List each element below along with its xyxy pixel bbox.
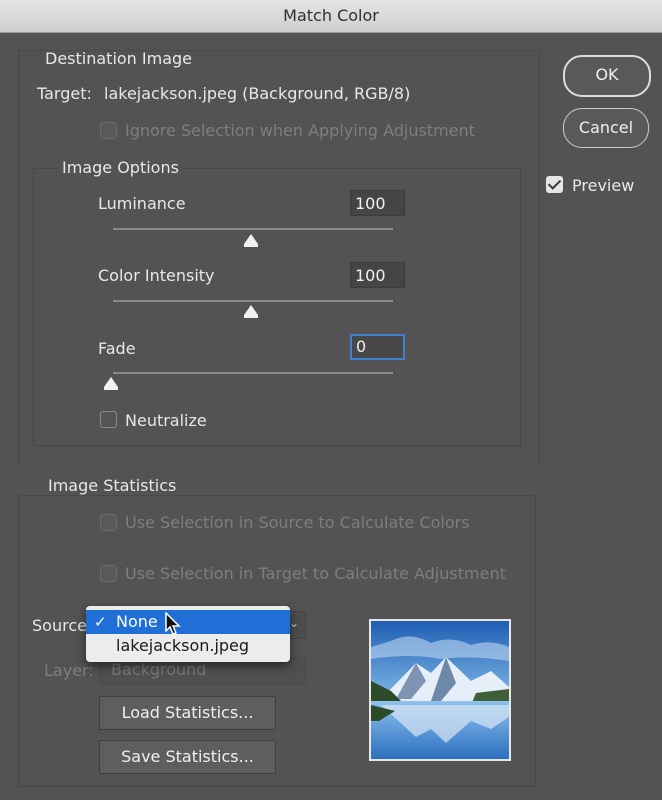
- image-statistics-title: Image Statistics: [45, 476, 180, 495]
- source-option-none[interactable]: ✓ None: [86, 610, 290, 634]
- source-preview-thumbnail: [369, 619, 511, 761]
- source-option-none-label: None: [116, 612, 158, 631]
- preview-label: Preview: [572, 176, 635, 195]
- target-label: Target:: [37, 84, 92, 103]
- chevron-down-icon: ⌄: [288, 616, 299, 630]
- destination-image-title: Destination Image: [45, 49, 193, 68]
- source-label: Source: [32, 616, 87, 635]
- color-intensity-label: Color Intensity: [98, 266, 215, 285]
- preview-checkbox[interactable]: [546, 176, 563, 193]
- fade-slider-track[interactable]: [113, 372, 393, 374]
- layer-label: Layer:: [44, 661, 94, 680]
- source-option-lakejackson[interactable]: lakejackson.jpeg: [86, 634, 290, 658]
- color-intensity-slider-track[interactable]: [113, 300, 393, 302]
- cancel-button[interactable]: Cancel: [563, 108, 649, 148]
- fade-slider-thumb[interactable]: [104, 377, 118, 390]
- ok-button[interactable]: OK: [563, 55, 651, 97]
- color-intensity-slider-thumb[interactable]: [244, 305, 258, 318]
- source-option-lakejackson-label: lakejackson.jpeg: [116, 636, 250, 655]
- image-options-title: Image Options: [59, 158, 182, 177]
- layer-value: Background: [111, 660, 207, 679]
- save-statistics-button[interactable]: Save Statistics...: [99, 740, 276, 774]
- window-title: Match Color: [283, 6, 379, 25]
- luminance-slider-thumb[interactable]: [244, 234, 258, 247]
- use-selection-target-checkbox[interactable]: [100, 565, 117, 582]
- luminance-slider-track[interactable]: [113, 228, 393, 230]
- ignore-selection-checkbox[interactable]: [100, 122, 117, 139]
- load-statistics-button[interactable]: Load Statistics...: [99, 696, 276, 730]
- neutralize-checkbox[interactable]: [100, 411, 117, 428]
- target-value: lakejackson.jpeg (Background, RGB/8): [104, 84, 411, 103]
- fade-input[interactable]: 0: [350, 334, 405, 360]
- title-bar: Match Color: [0, 0, 662, 33]
- mouse-cursor-icon: [165, 612, 181, 635]
- use-selection-source-label: Use Selection in Source to Calculate Col…: [125, 513, 470, 532]
- match-color-dialog: Destination Image Target: lakejackson.jp…: [0, 33, 662, 800]
- checkmark-icon: ✓: [94, 613, 107, 631]
- lake-mountain-image: [371, 621, 509, 759]
- use-selection-source-checkbox[interactable]: [100, 514, 117, 531]
- luminance-label: Luminance: [98, 194, 186, 213]
- fade-label: Fade: [98, 339, 136, 358]
- color-intensity-input[interactable]: 100: [350, 262, 405, 288]
- neutralize-label: Neutralize: [125, 411, 207, 430]
- ignore-selection-label: Ignore Selection when Applying Adjustmen…: [125, 121, 475, 140]
- source-dropdown-menu: ✓ None lakejackson.jpeg: [86, 606, 290, 662]
- use-selection-target-label: Use Selection in Target to Calculate Adj…: [125, 564, 506, 583]
- luminance-input[interactable]: 100: [350, 190, 405, 216]
